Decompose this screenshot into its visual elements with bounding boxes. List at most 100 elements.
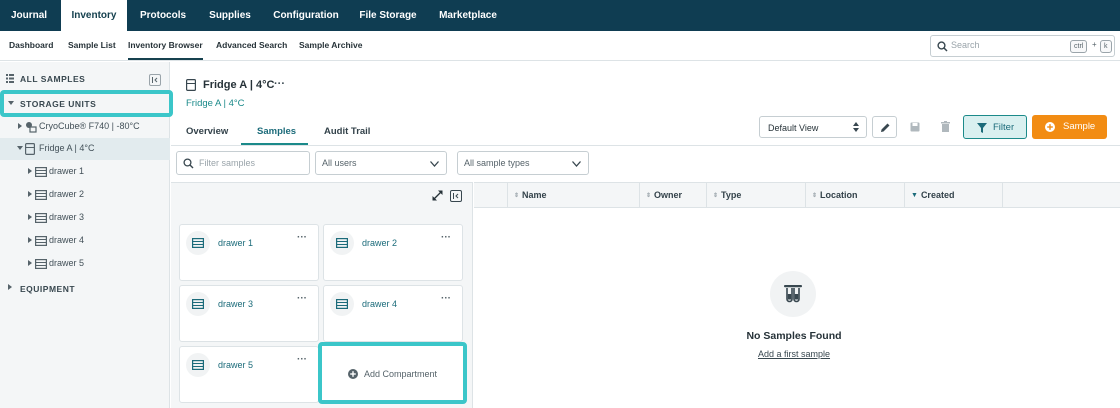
compartment-label: drawer 3 (218, 299, 254, 309)
column-header-name[interactable]: ⇕ Name (514, 183, 547, 208)
tree-item-drawer-3[interactable]: drawer 3 (0, 207, 170, 229)
view-select[interactable]: Default View (759, 116, 867, 138)
col-divider (1002, 183, 1003, 208)
global-search-input[interactable]: Search ctrl + k (930, 35, 1115, 57)
add-compartment-button[interactable]: Add Compartment (318, 342, 467, 404)
plus-circle-icon (1045, 122, 1055, 132)
tree-item-cryocube[interactable]: CryoCube® F740 | -80°C (0, 116, 170, 138)
nav-tab-configuration[interactable]: Configuration (264, 0, 348, 31)
tree-item-fridge-a[interactable]: Fridge A | 4°C (0, 138, 170, 160)
compartment-more-button[interactable]: ··· (441, 232, 451, 243)
empty-state-title: No Samples Found (746, 330, 842, 342)
compartment-more-button[interactable]: ··· (297, 293, 307, 304)
col-divider (639, 183, 640, 208)
breadcrumb[interactable]: Fridge A | 4°C (186, 98, 245, 109)
sort-arrows-icon (853, 122, 859, 132)
filter-samples-input[interactable]: Filter samples (176, 151, 310, 175)
compartment-label: drawer 5 (218, 360, 254, 370)
tree-item-drawer-5[interactable]: drawer 5 (0, 253, 170, 275)
tree-label-drawer-4: drawer 4 (49, 235, 85, 245)
edit-button[interactable] (872, 116, 897, 138)
empty-state-icon-wrap (770, 271, 816, 317)
drawer-icon-wrap (186, 353, 210, 377)
tree-label-drawer-5: drawer 5 (49, 258, 85, 268)
nav-tab-supplies[interactable]: Supplies (199, 0, 261, 31)
drawer-icon (192, 238, 204, 248)
storage-units-label: STORAGE UNITS (20, 99, 97, 109)
drawer-icon-wrap (330, 231, 354, 255)
caret-right-icon (18, 123, 22, 129)
tree-item-drawer-4[interactable]: drawer 4 (0, 230, 170, 252)
add-sample-label: Sample (1063, 121, 1096, 132)
tab-audit-trail[interactable]: Audit Trail (324, 126, 370, 137)
subnav-advanced-search[interactable]: Advanced Search (216, 31, 287, 60)
storage-units-header[interactable]: STORAGE UNITS (6, 98, 166, 118)
table-header (474, 182, 1120, 208)
users-select[interactable]: All users (315, 151, 447, 175)
drawer-icon (35, 167, 47, 177)
compartment-card-drawer-3[interactable]: drawer 3 ··· (179, 285, 319, 342)
add-compartment-label: Add Compartment (364, 369, 438, 379)
subnav-inventory-browser[interactable]: Inventory Browser (128, 31, 203, 60)
users-select-value: All users (322, 158, 357, 168)
col-divider (706, 183, 707, 208)
tree-label-fridge-a: Fridge A | 4°C (39, 143, 95, 153)
nav-tab-journal[interactable]: Journal (0, 0, 58, 31)
tree-item-drawer-1[interactable]: drawer 1 (0, 161, 170, 183)
expand-icon[interactable] (432, 190, 443, 201)
subnav-sample-list[interactable]: Sample List (68, 31, 116, 60)
subnav-sample-archive[interactable]: Sample Archive (299, 31, 362, 60)
caret-right-icon (28, 168, 32, 174)
tab-samples[interactable]: Samples (241, 118, 308, 145)
tree-item-drawer-2[interactable]: drawer 2 (0, 184, 170, 206)
column-label: Type (721, 190, 742, 200)
nav-tab-protocols[interactable]: Protocols (130, 0, 196, 31)
compartment-card-drawer-2[interactable]: drawer 2 ··· (323, 224, 463, 281)
delete-button[interactable] (933, 116, 958, 138)
equipment-header[interactable]: EQUIPMENT (6, 283, 166, 303)
nav-tab-marketplace[interactable]: Marketplace (430, 0, 506, 31)
tab-overview[interactable]: Overview (186, 126, 228, 137)
search-icon (937, 41, 948, 52)
nav-tab-file-storage[interactable]: File Storage (352, 0, 424, 31)
caret-right-icon (28, 260, 32, 266)
compartment-card-drawer-4[interactable]: drawer 4 ··· (323, 285, 463, 342)
column-label: Name (522, 190, 547, 200)
save-button[interactable] (903, 116, 928, 138)
compartment-card-drawer-1[interactable]: drawer 1 ··· (179, 224, 319, 281)
sort-icon: ⇕ (646, 193, 652, 199)
column-label: Created (920, 190, 955, 200)
tree-label-drawer-1: drawer 1 (49, 166, 85, 176)
nav-tab-inventory[interactable]: Inventory (61, 0, 127, 31)
column-header-created[interactable]: ▼ Created (911, 183, 954, 208)
sample-types-select[interactable]: All sample types (457, 151, 589, 175)
freezer-icon (26, 122, 37, 133)
floppy-icon (910, 122, 920, 132)
collapse-icon (152, 77, 158, 83)
collapse-panel-button[interactable] (450, 190, 462, 202)
compartment-more-button[interactable]: ··· (441, 293, 451, 304)
shortcut-key-ctrl: ctrl (1070, 40, 1088, 53)
column-header-type[interactable]: ⇕ Type (713, 183, 741, 208)
view-select-value: Default View (768, 123, 819, 133)
list-icon (6, 74, 14, 83)
sort-icon: ⇕ (812, 193, 818, 199)
drawer-icon (35, 236, 47, 246)
all-samples-label: ALL SAMPLES (20, 74, 86, 84)
caret-right-icon (28, 214, 32, 220)
add-sample-button[interactable]: Sample (1032, 115, 1107, 139)
compartment-label: drawer 2 (362, 238, 398, 248)
collapse-sidebar-button[interactable] (149, 74, 161, 86)
compartment-more-button[interactable]: ··· (297, 354, 307, 365)
more-options-button[interactable]: ··· (274, 78, 285, 90)
drawer-icon (336, 238, 348, 248)
compartment-label: drawer 4 (362, 299, 398, 309)
add-first-sample-link[interactable]: Add a first sample (734, 349, 854, 359)
column-header-owner[interactable]: ⇕ Owner (646, 183, 682, 208)
subnav-dashboard[interactable]: Dashboard (9, 31, 53, 60)
tabs-divider (171, 145, 1120, 146)
column-header-location[interactable]: ⇕ Location (812, 183, 858, 208)
compartment-more-button[interactable]: ··· (297, 232, 307, 243)
compartment-card-drawer-5[interactable]: drawer 5 ··· (179, 346, 319, 403)
filter-button[interactable]: Filter (963, 115, 1027, 139)
